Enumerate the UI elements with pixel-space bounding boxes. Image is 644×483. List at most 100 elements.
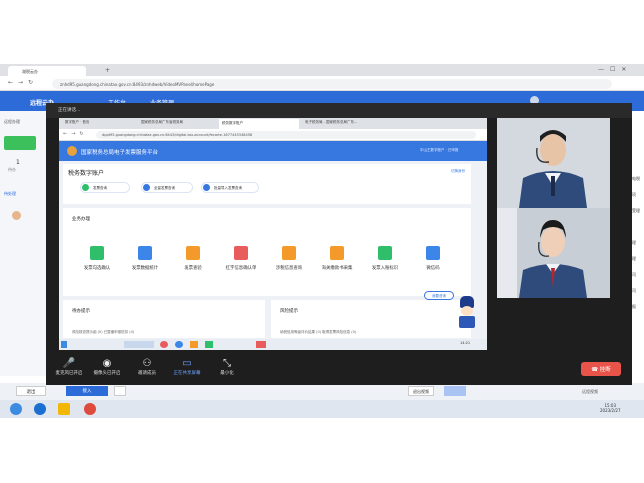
biz-icon: [378, 246, 392, 260]
hangup-icon: ☎: [591, 367, 600, 373]
biz-invoice-check[interactable]: 发票查验: [172, 246, 214, 271]
switch-identity-link[interactable]: 切换身份: [451, 169, 465, 174]
inner-clock: 14:21: [460, 341, 471, 345]
todo-text[interactable]: 风险核查提示函 (0) 已暂缓申报抵扣 (0): [72, 330, 134, 335]
quick-label: 批量导入发票查询: [214, 186, 242, 190]
outer-tab-bar: [0, 64, 644, 76]
quick-label: 发票查询: [93, 186, 107, 190]
biz-customs[interactable]: 海关缴款书采集: [316, 246, 358, 271]
side-label: 待办: [8, 167, 16, 172]
biz-icon: [186, 246, 200, 260]
business-title: 业务办理: [72, 217, 90, 222]
biz-wechat-code[interactable]: 微信码: [412, 246, 454, 271]
quick-label: 全量发票查询: [154, 186, 175, 190]
mic-button[interactable]: 🎤 麦克风已开启: [52, 358, 86, 376]
share-screen-button[interactable]: ▭ 正在共享屏幕: [170, 358, 204, 376]
inner-app-icon[interactable]: [175, 341, 183, 348]
inner-app-icon[interactable]: [256, 341, 266, 348]
risk-text[interactable]: 纳税信用等级评价结果 (0) 取得发票风险信息 (0): [280, 330, 356, 335]
exit-video-button[interactable]: 退出视频: [408, 386, 434, 396]
invite-button[interactable]: ⚇ 邀请成员: [130, 358, 164, 376]
biz-entry-mark[interactable]: 发票入账标识: [364, 246, 406, 271]
biz-tax-info[interactable]: 涉税信息查询: [268, 246, 310, 271]
biz-invoice-confirm[interactable]: 发票勾选确认: [76, 246, 118, 271]
window-controls[interactable]: —☐✕: [598, 66, 632, 73]
camera-button[interactable]: ◉ 摄像头已开启: [90, 358, 124, 376]
user-icon[interactable]: [114, 386, 126, 396]
start-icon[interactable]: [10, 403, 22, 415]
side-pending[interactable]: 待处理: [4, 191, 16, 197]
hangup-button[interactable]: ☎ 挂断: [581, 362, 621, 376]
side-count: 1: [16, 159, 20, 166]
inner-chrome-icon[interactable]: [160, 341, 168, 348]
inner-nav-icons[interactable]: ←→↻: [63, 131, 88, 137]
biz-label: 微信码: [426, 266, 440, 271]
outer-url-field[interactable]: znhd95.guangdong.chinatax.gov.cn:8493/zn…: [52, 79, 612, 89]
quick-icon: [203, 184, 210, 191]
outer-left-panel: 远程办理 1 待办 待处理: [0, 111, 46, 376]
inner-tab[interactable]: 数字账户 · 首页: [65, 120, 137, 129]
mic-icon: 🎤: [62, 358, 76, 369]
account-title: 税务数字账户: [68, 170, 105, 177]
video-tile-officer-male: [497, 118, 610, 208]
folder-icon[interactable]: [58, 403, 70, 415]
biz-red-letter[interactable]: 红字信息确认单: [220, 246, 262, 271]
inner-app-icon[interactable]: [190, 341, 198, 348]
biz-label: 发票入账标识: [371, 266, 399, 271]
biz-invoice-stats[interactable]: 发票数据统计: [124, 246, 166, 271]
speaking-status: 正在讲话...: [58, 108, 81, 113]
biz-label: 发票数据统计: [131, 266, 159, 271]
exit-button[interactable]: 退出: [16, 386, 46, 396]
inner-start-icon[interactable]: [61, 341, 67, 348]
biz-icon: [138, 246, 152, 260]
minimize-label: 最小化: [220, 371, 234, 376]
minimize-button[interactable]: ⤡ 最小化: [210, 358, 244, 376]
clock-date: 2023/2/27: [600, 408, 621, 413]
consult-bubble[interactable]: 我要咨询: [424, 291, 454, 300]
biz-label: 发票勾选确认: [83, 266, 111, 271]
new-tab-icon[interactable]: +: [105, 67, 110, 74]
remote-video-label: 远程视频: [582, 389, 598, 394]
system-clock: 15:03 2023/2/27: [600, 403, 621, 413]
invite-label: 邀请成员: [138, 371, 156, 376]
robot-assistant-icon[interactable]: [458, 296, 476, 330]
minimize-icon: ⤡: [223, 358, 231, 369]
side-green-card[interactable]: [4, 136, 36, 150]
video-empty-area: [497, 298, 610, 355]
biz-icon: [234, 246, 248, 260]
connect-button[interactable]: 接入: [66, 386, 108, 396]
biz-icon: [330, 246, 344, 260]
biz-label: 红字信息确认单: [225, 266, 257, 271]
inner-task-item[interactable]: [124, 341, 154, 348]
todo-title: 待办提示: [72, 309, 90, 314]
conference-titlebar: [46, 103, 632, 118]
side-item[interactable]: 远程办理: [4, 119, 20, 125]
biz-icon: [90, 246, 104, 260]
blue-small-button[interactable]: [444, 386, 466, 396]
chrome-icon[interactable]: [84, 403, 96, 415]
camera-icon: ◉: [102, 358, 112, 369]
biz-icon: [426, 246, 440, 260]
inner-app-icon[interactable]: [205, 341, 213, 348]
ie-icon[interactable]: [34, 403, 46, 415]
biz-label: 海关缴款书采集: [321, 266, 353, 271]
back-forward-reload-icon[interactable]: ←→↻: [8, 79, 38, 86]
video-tile-officer-female: [497, 208, 610, 298]
video-male-figure: [497, 118, 610, 208]
outer-browser-tab[interactable]: 湖税云办: [8, 66, 86, 76]
mic-label: 麦克风已开启: [55, 371, 83, 376]
share-label: 正在共享屏幕: [173, 371, 201, 376]
camera-label: 摄像头已开启: [93, 371, 121, 376]
inner-url-field[interactable]: dppt95.guangdong.chinatax.gov.cn:8443/di…: [96, 131, 476, 139]
add-user-icon: ⚇: [142, 358, 152, 369]
quick-icon: [82, 184, 89, 191]
user-avatar-icon: [12, 211, 21, 220]
biz-label: 涉税信息查询: [275, 266, 303, 271]
windows-taskbar: [0, 400, 644, 418]
inner-tab-bar: 数字账户 · 首页 国家税务总局广东省税务局 税务数字账户 电子税务局 - 国家…: [59, 118, 487, 129]
hangup-label: 挂断: [599, 367, 611, 373]
inner-tab-active[interactable]: 税务数字账户: [219, 119, 299, 129]
inner-tab[interactable]: 电子税务局 - 国家税务总局广东...: [305, 120, 385, 129]
portal-user-info: 中山王数字账户 · 已申报: [420, 148, 459, 152]
inner-tab[interactable]: 国家税务总局广东省税务局: [141, 120, 215, 129]
